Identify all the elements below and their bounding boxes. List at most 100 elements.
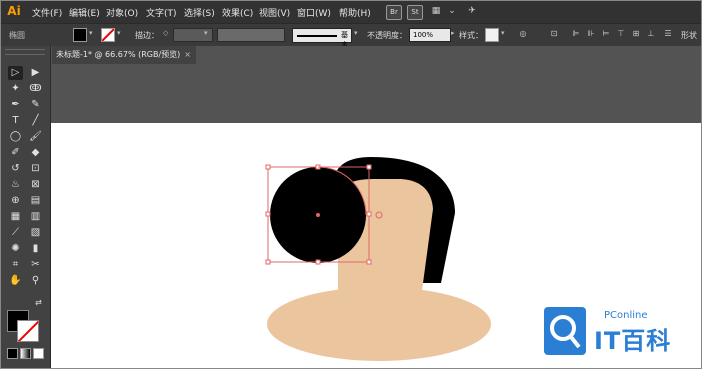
hand-icon[interactable]: ✋ xyxy=(8,274,23,288)
menu-edit[interactable]: 编辑(E) xyxy=(69,6,100,19)
align-middle-icon[interactable]: ⊞ xyxy=(631,29,641,39)
pasteboard xyxy=(51,64,701,123)
workspace-grid-icon[interactable]: ▦ xyxy=(429,5,443,18)
toolbox-grip[interactable] xyxy=(5,49,45,55)
zoom-icon[interactable]: ⚲ xyxy=(28,274,43,288)
paintbrush-icon[interactable]: 🖌 xyxy=(28,130,43,144)
align-bottom-icon[interactable]: ⊥ xyxy=(646,29,656,39)
resize-handle[interactable] xyxy=(265,164,271,170)
shape-builder-icon[interactable]: ⊕ xyxy=(8,194,23,208)
resize-handle[interactable] xyxy=(265,259,271,265)
perspective-icon[interactable]: ▤ xyxy=(28,194,43,208)
shoulders-shape[interactable] xyxy=(267,287,491,361)
menu-help[interactable]: 帮助(H) xyxy=(339,6,371,19)
align-right-icon[interactable]: ⊨ xyxy=(601,29,611,39)
swap-colors-icon[interactable]: ⇄ xyxy=(31,296,46,310)
watermark-magnifier-icon xyxy=(550,315,581,349)
color-mode-icon[interactable] xyxy=(7,348,18,359)
selection-tool-icon[interactable]: ▷ xyxy=(8,66,23,80)
line-icon[interactable]: ╱ xyxy=(28,114,43,128)
close-icon[interactable]: × xyxy=(184,50,191,59)
magic-wand-icon[interactable]: ✦ xyxy=(8,82,23,96)
variable-width-profile[interactable] xyxy=(217,28,285,42)
menu-object[interactable]: 对象(O) xyxy=(106,6,138,19)
menu-type[interactable]: 文字(T) xyxy=(146,6,177,19)
curvature-icon[interactable]: ✎ xyxy=(28,98,43,112)
brush-dropdown-icon[interactable]: ▾ xyxy=(354,29,358,37)
resize-handle[interactable] xyxy=(265,211,271,217)
resize-handle[interactable] xyxy=(366,211,372,217)
toolbox: ▷ ▶ ✦ ↂ ✒ ✎ T ╱ ◯ 🖌 ✐ ◆ ↺ ⊡ ♨ ⊠ ⊕ ▤ ▦ ▥ … xyxy=(1,46,51,368)
control-bar: 椭圆 ▾ ▾ 描边： ◇ ▾ 基本 ▾ 不透明度： 100% ▸ 样式： ▾ ◎… xyxy=(1,23,701,49)
free-transform-icon[interactable]: ⊠ xyxy=(28,178,43,192)
stroke-color-swatch[interactable] xyxy=(101,28,115,42)
opacity-label: 不透明度： xyxy=(367,31,407,40)
align-to-icon[interactable]: ⊡ xyxy=(549,29,559,39)
menu-window[interactable]: 窗口(W) xyxy=(297,6,331,19)
lasso-icon[interactable]: ↂ xyxy=(28,82,43,96)
mesh-icon[interactable]: ▦ xyxy=(8,210,23,224)
opacity-dropdown-icon[interactable]: ▸ xyxy=(451,29,455,37)
app-window: Ai 文件(F) 编辑(E) 对象(O) 文字(T) 选择(S) 效果(C) 视… xyxy=(0,0,702,369)
gradient-mode-icon[interactable] xyxy=(20,348,31,359)
center-point xyxy=(316,213,320,217)
warp-icon[interactable]: ♨ xyxy=(8,178,23,192)
app-logo: Ai xyxy=(7,4,21,18)
resize-handle[interactable] xyxy=(366,259,372,265)
stroke-swatch[interactable] xyxy=(17,320,39,342)
type-icon[interactable]: T xyxy=(8,114,23,128)
none-mode-icon[interactable] xyxy=(33,348,44,359)
menu-effect[interactable]: 效果(C) xyxy=(222,6,253,19)
fill-color-swatch[interactable] xyxy=(73,28,87,42)
artboard-icon[interactable]: ⌗ xyxy=(8,258,23,272)
stroke-weight-dropdown-icon[interactable]: ▾ xyxy=(204,29,208,37)
fill-dropdown-icon[interactable]: ▾ xyxy=(89,29,93,37)
more-options-icon[interactable]: ☰ xyxy=(663,29,673,39)
align-top-icon[interactable]: ⊤ xyxy=(616,29,626,39)
ellipse-icon[interactable]: ◯ xyxy=(8,130,23,144)
stroke-dropdown-icon[interactable]: ▾ xyxy=(117,29,121,37)
document-tab-bar: 未标题-1* @ 66.67% (RGB/预览) × xyxy=(51,46,701,64)
menu-select[interactable]: 选择(S) xyxy=(184,6,215,19)
brush-definition-dropdown[interactable]: 基本 xyxy=(292,28,352,49)
scale-icon[interactable]: ⊡ xyxy=(28,162,43,176)
shape-properties-label[interactable]: 形状 xyxy=(681,30,697,41)
pen-icon[interactable]: ✒ xyxy=(8,98,23,112)
document-tab-title: 未标题-1* @ 66.67% (RGB/预览) xyxy=(56,50,181,59)
opacity-input[interactable]: 100% xyxy=(409,28,451,42)
graphic-style-swatch[interactable] xyxy=(485,28,499,42)
watermark-big-text: IT百科 xyxy=(594,327,672,355)
gpu-performance-icon[interactable]: ✈ xyxy=(465,5,479,18)
bridge-button[interactable]: Br xyxy=(386,5,402,20)
selection-type-label: 椭圆 xyxy=(9,31,25,40)
rotate-icon[interactable]: ↺ xyxy=(8,162,23,176)
style-label: 样式： xyxy=(459,31,483,40)
menu-file[interactable]: 文件(F) xyxy=(32,6,62,19)
stroke-weight-stepper[interactable]: ◇ xyxy=(163,29,168,37)
align-left-icon[interactable]: ⊫ xyxy=(571,29,581,39)
eyedropper-icon[interactable]: ⟋ xyxy=(8,226,23,240)
menu-view[interactable]: 视图(V) xyxy=(259,6,290,19)
graph-icon[interactable]: ▮ xyxy=(28,242,43,256)
blend-icon[interactable]: ▧ xyxy=(28,226,43,240)
recolor-icon[interactable]: ◎ xyxy=(518,29,528,39)
watermark-logo xyxy=(544,307,586,355)
align-center-icon[interactable]: ⊪ xyxy=(586,29,596,39)
symbol-sprayer-icon[interactable]: ✺ xyxy=(8,242,23,256)
shaper-icon[interactable]: ✐ xyxy=(8,146,23,160)
no-stroke-icon xyxy=(102,29,114,41)
resize-handle[interactable] xyxy=(315,259,321,265)
stock-button[interactable]: St xyxy=(407,5,423,20)
document-tab[interactable]: 未标题-1* @ 66.67% (RGB/预览) × xyxy=(52,46,196,64)
menu-bar: Ai 文件(F) 编辑(E) 对象(O) 文字(T) 选择(S) 效果(C) 视… xyxy=(1,1,701,23)
slice-icon[interactable]: ✂ xyxy=(28,258,43,272)
gradient-icon[interactable]: ▥ xyxy=(28,210,43,224)
stroke-weight-label: 描边： xyxy=(135,31,159,40)
resize-handle[interactable] xyxy=(366,164,372,170)
watermark-small-text: PConline xyxy=(604,310,648,321)
style-dropdown-icon[interactable]: ▾ xyxy=(501,29,505,37)
eraser-icon[interactable]: ◆ xyxy=(28,146,43,160)
stroke-preview-line xyxy=(297,35,337,37)
direct-selection-tool-icon[interactable]: ▶ xyxy=(28,66,43,80)
chevron-down-icon[interactable]: ⌄ xyxy=(445,5,459,18)
